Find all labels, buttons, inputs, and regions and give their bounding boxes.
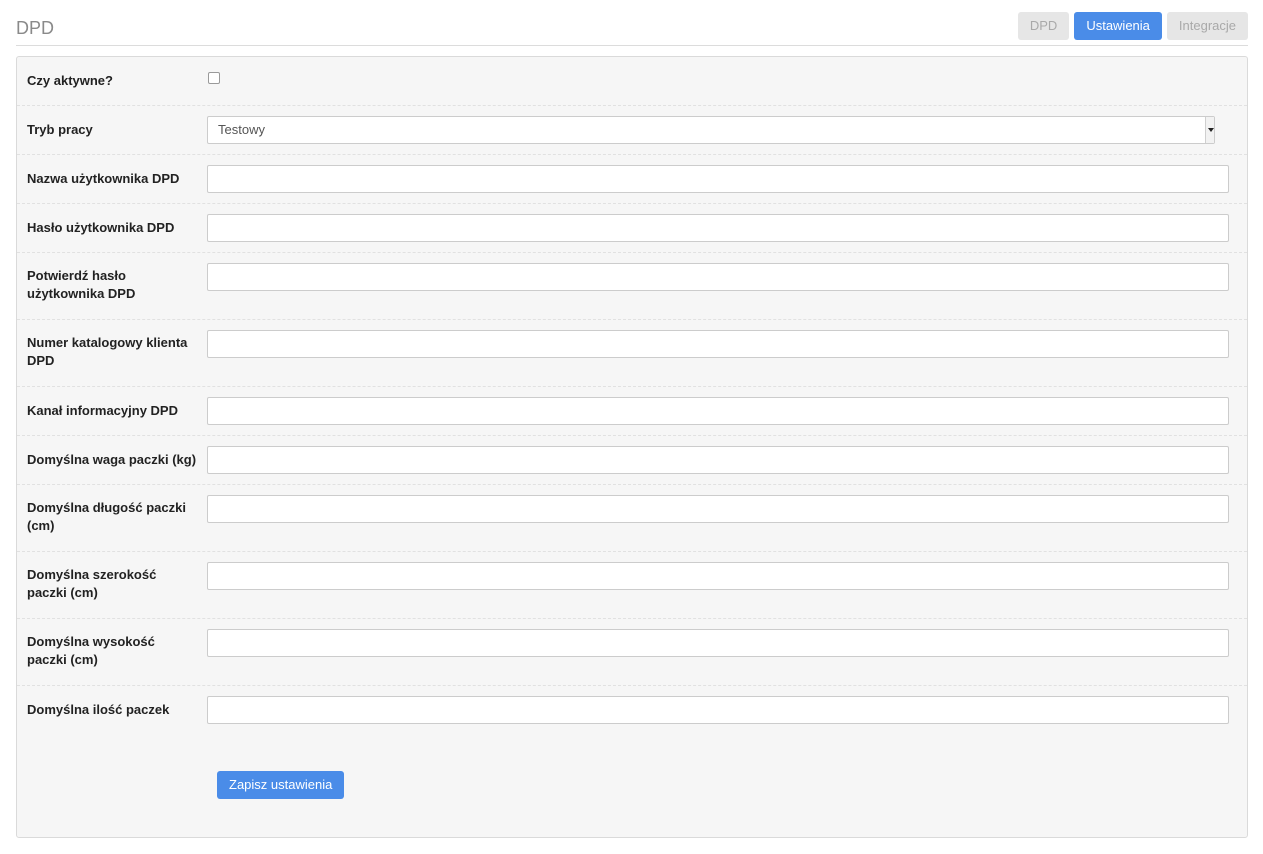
form-row-package-count: Domyślna ilość paczek [17, 686, 1247, 735]
page-header: DPD DPD Ustawienia Integracje [16, 10, 1248, 46]
active-checkbox[interactable] [208, 72, 220, 84]
page-title: DPD [16, 18, 55, 38]
package-count-label: Domyślna ilość paczek [27, 702, 170, 717]
tab-dpd[interactable]: DPD [1017, 12, 1070, 40]
form-row-mode: Tryb pracy Testowy [17, 106, 1247, 155]
package-count-input[interactable] [207, 696, 1229, 724]
tab-ustawienia[interactable]: Ustawienia [1074, 12, 1162, 40]
form-row-width: Domyślna szerokość paczki (cm) [17, 552, 1247, 619]
settings-panel: Czy aktywne? Tryb pracy Testowy Nazwa uż… [16, 56, 1248, 838]
form-row-height: Domyślna wysokość paczki (cm) [17, 619, 1247, 686]
form-row-password: Hasło użytkownika DPD [17, 204, 1247, 253]
password-confirm-label: Potwierdź hasło użytkownika DPD [27, 268, 136, 301]
width-label: Domyślna szerokość paczki (cm) [27, 567, 157, 600]
info-channel-input[interactable] [207, 397, 1229, 425]
length-label: Domyślna długość paczki (cm) [27, 500, 186, 533]
catalog-number-input[interactable] [207, 330, 1229, 358]
form-row-catalog-number: Numer katalogowy klienta DPD [17, 320, 1247, 387]
username-label: Nazwa użytkownika DPD [27, 171, 180, 186]
catalog-number-label: Numer katalogowy klienta DPD [27, 335, 188, 368]
save-settings-button[interactable]: Zapisz ustawienia [217, 771, 345, 799]
mode-select-value: Testowy [218, 122, 265, 137]
mode-label: Tryb pracy [27, 122, 93, 137]
password-confirm-input[interactable] [207, 263, 1229, 291]
form-row-username: Nazwa użytkownika DPD [17, 155, 1247, 204]
mode-select[interactable]: Testowy [207, 116, 1215, 144]
tab-bar: DPD Ustawienia Integracje [1017, 12, 1248, 40]
info-channel-label: Kanał informacyjny DPD [27, 403, 178, 418]
password-label: Hasło użytkownika DPD [27, 220, 175, 235]
height-input[interactable] [207, 629, 1229, 657]
active-label: Czy aktywne? [27, 73, 113, 88]
form-row-length: Domyślna długość paczki (cm) [17, 485, 1247, 552]
username-input[interactable] [207, 165, 1229, 193]
form-row-password-confirm: Potwierdź hasło użytkownika DPD [17, 253, 1247, 320]
height-label: Domyślna wysokość paczki (cm) [27, 634, 155, 667]
chevron-down-icon [1205, 117, 1214, 143]
weight-label: Domyślna waga paczki (kg) [27, 452, 197, 467]
weight-input[interactable] [207, 446, 1229, 474]
width-input[interactable] [207, 562, 1229, 590]
tab-integracje[interactable]: Integracje [1166, 12, 1248, 40]
length-input[interactable] [207, 495, 1229, 523]
form-row-weight: Domyślna waga paczki (kg) [17, 436, 1247, 485]
password-input[interactable] [207, 214, 1229, 242]
form-row-info-channel: Kanał informacyjny DPD [17, 387, 1247, 436]
form-row-active: Czy aktywne? [17, 57, 1247, 106]
